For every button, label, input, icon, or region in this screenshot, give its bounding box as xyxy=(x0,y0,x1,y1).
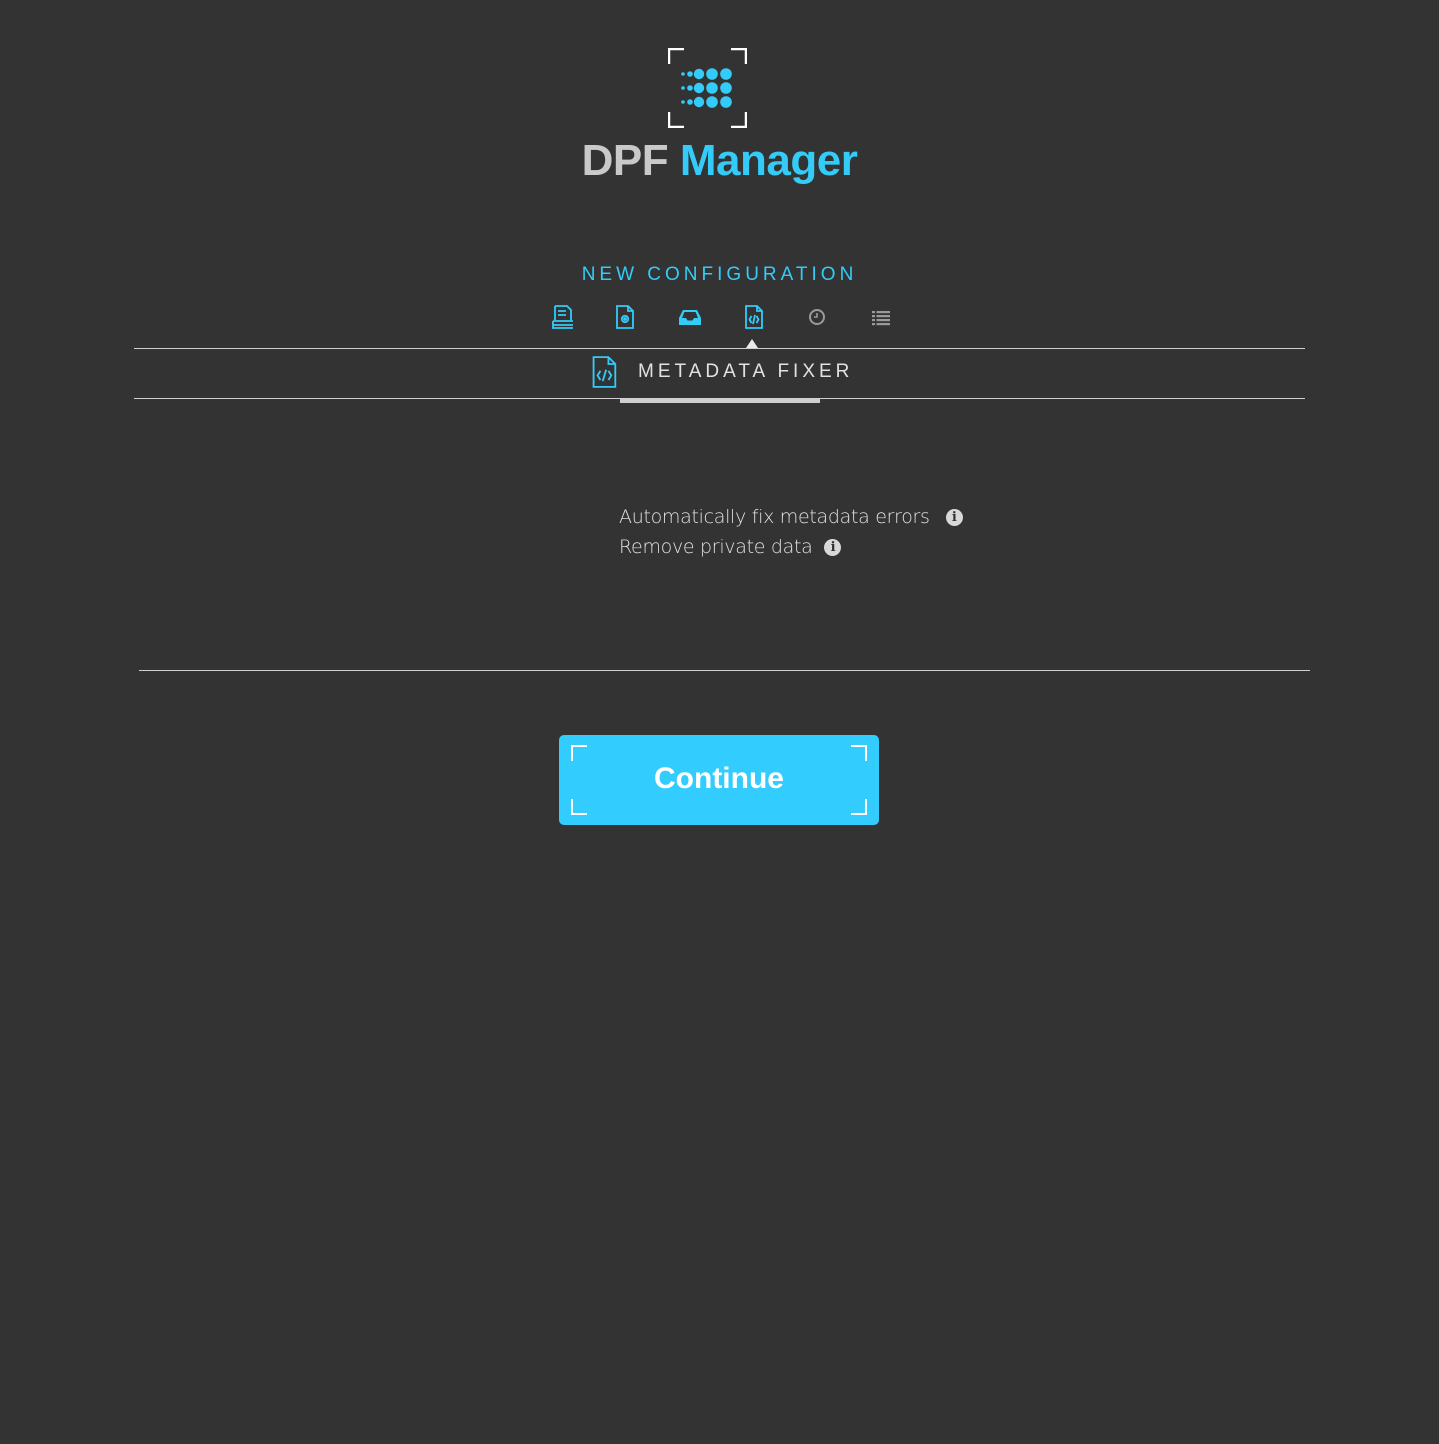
button-corner xyxy=(571,745,587,761)
active-step-pointer xyxy=(746,339,758,348)
wizard-steps xyxy=(0,304,1439,334)
option-auto-fix-metadata[interactable]: Automatically fix metadata errors i xyxy=(619,505,963,529)
continue-label: Continue xyxy=(654,762,784,795)
app-title-part2: Manager xyxy=(679,136,858,185)
step-inbox-tray-icon[interactable] xyxy=(677,304,703,330)
button-corner xyxy=(851,745,867,761)
option-label: Remove private data xyxy=(619,536,813,558)
app-title: DPF Manager xyxy=(0,136,1439,186)
info-icon[interactable]: i xyxy=(824,538,842,556)
tab-top-divider xyxy=(134,348,1305,349)
continue-button[interactable]: Continue xyxy=(559,735,879,825)
button-corner xyxy=(571,799,587,815)
page: DPF Manager NEW CONFIGURATION METADATA F… xyxy=(0,0,1439,1444)
tab-label: METADATA FIXER xyxy=(638,361,854,382)
wizard-title: NEW CONFIGURATION xyxy=(581,264,858,285)
dpf-logo-icon xyxy=(668,48,747,128)
option-remove-private-data[interactable]: Remove private data i xyxy=(619,535,842,559)
active-tab-underline xyxy=(620,399,820,403)
app-title-part1: DPF xyxy=(581,136,669,185)
step-file-text-icon[interactable] xyxy=(550,304,576,330)
option-label: Automatically fix metadata errors xyxy=(619,506,930,528)
file-code-icon xyxy=(592,356,617,388)
step-list-icon[interactable] xyxy=(868,304,894,330)
tab-metadata-fixer[interactable]: METADATA FIXER xyxy=(590,356,853,388)
step-file-settings-icon[interactable] xyxy=(612,304,638,330)
button-corner xyxy=(851,799,867,815)
info-icon[interactable]: i xyxy=(945,508,963,526)
content-divider xyxy=(139,670,1310,671)
step-clock-icon[interactable] xyxy=(804,304,830,330)
step-file-code-icon[interactable] xyxy=(741,304,767,330)
